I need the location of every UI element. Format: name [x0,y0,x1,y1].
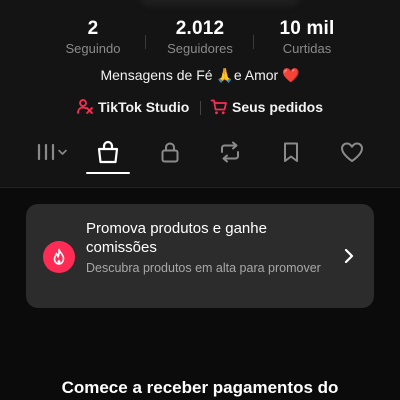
tab-liked[interactable] [336,138,368,166]
username-overflow [140,0,300,6]
active-tab-indicator [86,172,130,174]
orders-label: Seus pedidos [232,99,324,115]
profile-bio: Mensagens de Fé 🙏e Amor ❤️ [100,67,300,83]
stat-likes-value: 10 mil [279,18,335,39]
orders-link[interactable]: Seus pedidos [210,98,323,116]
profile-tabs [0,132,400,176]
promo-subtitle: Descubra produtos em alta para promover [86,261,321,275]
tiktok-studio-label: TikTok Studio [98,99,190,115]
profile-stats: 2 Seguindo 2.012 Seguidores 10 mil Curti… [0,18,400,58]
chevron-right-icon [344,248,354,264]
stat-following[interactable]: 2 Seguindo [38,18,148,57]
stat-followers-label: Seguidores [167,41,233,56]
studio-icon [76,98,94,116]
promote-products-card[interactable]: Promova produtos e ganhe comissões Descu… [26,204,374,308]
tab-private[interactable] [154,138,186,166]
heart-icon [341,142,363,162]
tab-shop[interactable] [92,138,124,166]
tab-favorites[interactable] [275,138,307,166]
lock-icon [161,142,179,163]
payments-heading: Comece a receber pagamentos do [61,378,339,397]
stat-divider [145,35,146,49]
flame-icon [43,241,75,273]
bookmark-icon [284,142,298,162]
stat-following-value: 2 [87,18,99,39]
repost-icon [221,141,239,163]
shopping-bag-icon [97,140,119,164]
stat-following-label: Seguindo [65,41,121,56]
grid-menu-icon [37,143,67,161]
stat-likes-label: Curtidas [282,41,332,56]
tabs-divider [0,187,400,188]
links-divider [200,101,201,115]
stat-followers[interactable]: 2.012 Seguidores [145,18,255,57]
tiktok-studio-link[interactable]: TikTok Studio [76,98,189,116]
promo-title: Promova produtos e ganhe comissões [86,220,267,256]
stat-likes[interactable]: 10 mil Curtidas [252,18,362,57]
tab-reposts[interactable] [214,138,246,166]
stat-divider [253,35,254,49]
tab-videos[interactable] [34,138,72,166]
stat-followers-value: 2.012 [175,18,225,39]
cart-icon [210,98,228,116]
